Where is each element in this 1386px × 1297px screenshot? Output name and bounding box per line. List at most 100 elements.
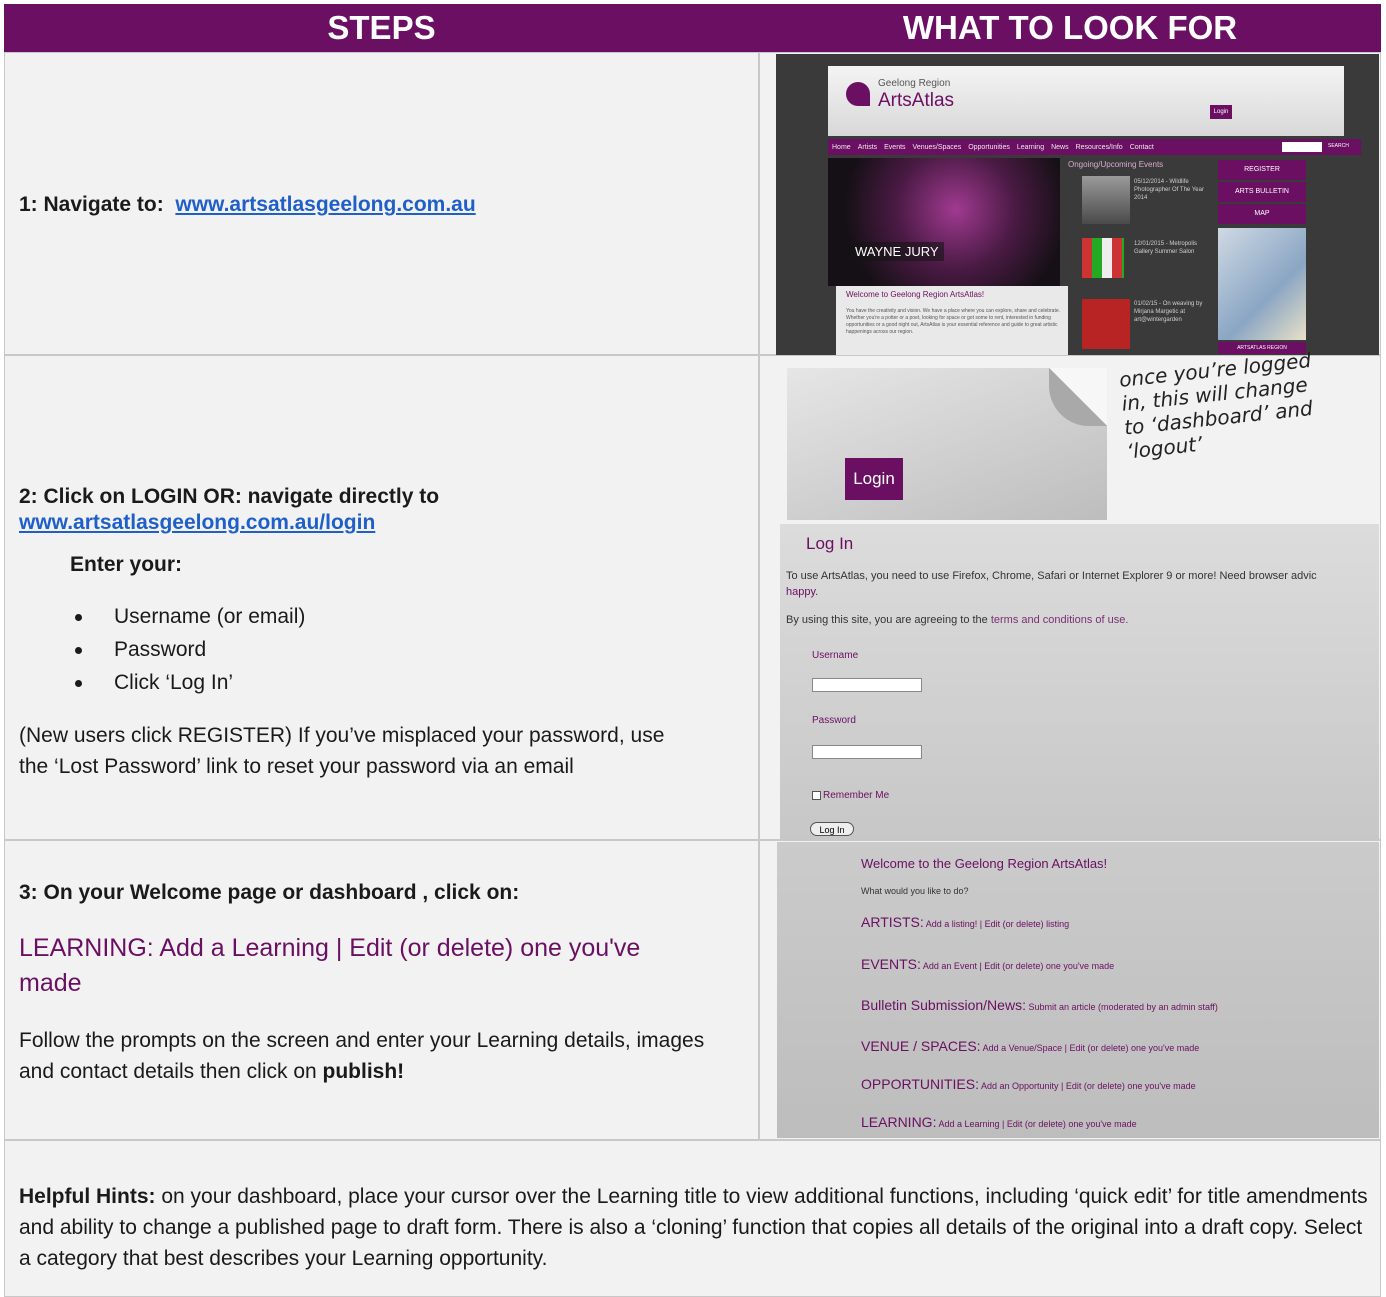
step1-label: 1: Navigate to: xyxy=(19,193,164,216)
dashboard-screenshot: Welcome to the Geelong Region ArtsAtlas!… xyxy=(777,842,1379,1138)
terms-prefix: By using this site, you are agreeing to … xyxy=(786,614,991,626)
row-links[interactable]: Add a Learning | Edit (or delete) one yo… xyxy=(936,1119,1136,1129)
nav-opportunities[interactable]: Opportunities xyxy=(968,144,1010,151)
row-heading: OPPORTUNITIES: xyxy=(861,1076,979,1092)
list-item: Password xyxy=(19,633,719,666)
brand-small: Geelong Region xyxy=(878,78,951,89)
event3-thumb[interactable] xyxy=(1082,299,1130,349)
row-heading: LEARNING: xyxy=(861,1114,937,1130)
search-button[interactable]: SEARCH xyxy=(1328,143,1349,149)
steps-header: STEPS xyxy=(4,4,759,52)
login-button[interactable]: Login xyxy=(1210,105,1232,119)
nav-venues[interactable]: Venues/Spaces xyxy=(913,144,962,151)
hints-cell: Helpful Hints: on your dashboard, place … xyxy=(4,1140,1381,1297)
list-item: Click ‘Log In’ xyxy=(19,666,719,699)
login-button-zoomed[interactable]: Login xyxy=(845,458,903,500)
username-label: Username xyxy=(812,650,859,661)
event2-thumb[interactable] xyxy=(1082,238,1124,278)
nav-resources[interactable]: Resources/Info xyxy=(1076,144,1123,151)
steps-header-label: STEPS xyxy=(327,9,436,46)
row-heading: Bulletin Submission/News: xyxy=(861,997,1026,1013)
nav-contact[interactable]: Contact xyxy=(1130,144,1154,151)
username-input[interactable] xyxy=(812,678,922,692)
hero-artist-name: WAYNE JURY xyxy=(850,242,944,261)
row-links[interactable]: Add an Opportunity | Edit (or delete) on… xyxy=(979,1081,1196,1091)
terms-link[interactable]: terms and conditions of use. xyxy=(991,614,1129,626)
dashboard-row-learning: LEARNING: Add a Learning | Edit (or dele… xyxy=(861,1114,1137,1132)
password-label: Password xyxy=(812,715,856,726)
happy-link[interactable]: happy. xyxy=(786,586,818,598)
step1-text: 1: Navigate to: www.artsatlasgeelong.com… xyxy=(19,193,749,217)
bird-logo-icon xyxy=(846,82,870,106)
hints-text: on your dashboard, place your cursor ove… xyxy=(19,1185,1368,1270)
step2-text: 2: Click on LOGIN OR: navigate directly … xyxy=(19,484,739,536)
event1-thumb[interactable] xyxy=(1082,176,1130,224)
event1-text[interactable]: 05/12/2014 - Wildlife Photographer Of Th… xyxy=(1134,178,1212,202)
dashboard-title: Welcome to the Geelong Region ArtsAtlas! xyxy=(861,856,1108,871)
map-button[interactable]: MAP xyxy=(1218,204,1306,224)
bullet-icon xyxy=(75,614,82,621)
step3-cell: 3: On your Welcome page or dashboard , c… xyxy=(4,840,759,1140)
welcome-title: Welcome to Geelong Region ArtsAtlas! xyxy=(846,290,985,299)
step2-label: 2: Click on LOGIN OR: navigate directly … xyxy=(19,485,440,508)
page-curl-icon xyxy=(1049,368,1107,426)
login-title: Log In xyxy=(806,534,854,553)
dashboard-row-opportunities: OPPORTUNITIES: Add an Opportunity | Edit… xyxy=(861,1076,1196,1094)
homepage-screenshot: Geelong Region ArtsAtlas Login Home Arti… xyxy=(776,54,1379,355)
row-links[interactable]: Add an Event | Edit (or delete) one you'… xyxy=(921,961,1114,971)
remember-me-checkbox[interactable] xyxy=(812,791,821,800)
row-links[interactable]: Add a listing! | Edit (or delete) listin… xyxy=(924,919,1069,929)
site-nav: Home Artists Events Venues/Spaces Opport… xyxy=(828,139,1361,155)
event3-text[interactable]: 01/02/15 - On weaving by Mirjana Margeti… xyxy=(1134,300,1214,324)
dashboard-row-events: EVENTS: Add an Event | Edit (or delete) … xyxy=(861,956,1114,974)
row-heading: VENUE / SPACES: xyxy=(861,1038,981,1054)
login-steps-list: Username (or email) Password Click ‘Log … xyxy=(19,600,719,699)
helpful-hints: Helpful Hints: on your dashboard, place … xyxy=(19,1181,1369,1274)
login-button-screenshot: Login xyxy=(787,368,1107,520)
list-item: Username (or email) xyxy=(19,600,719,633)
register-button[interactable]: REGISTER xyxy=(1218,160,1306,180)
row-links[interactable]: Add a Venue/Space | Edit (or delete) one… xyxy=(981,1043,1200,1053)
step1-cell: 1: Navigate to: www.artsatlasgeelong.com… xyxy=(4,52,759,355)
hero-photo xyxy=(828,158,1060,286)
learning-instruction: LEARNING: Add a Learning | Edit (or dele… xyxy=(19,934,641,997)
welcome-text: You have the creativity and vision. We h… xyxy=(846,308,1061,335)
bullet-icon xyxy=(75,680,82,687)
step2-cell: 2: Click on LOGIN OR: navigate directly … xyxy=(4,355,759,840)
dashboard-row-venues: VENUE / SPACES: Add a Venue/Space | Edit… xyxy=(861,1038,1199,1056)
look-header-label: WHAT TO LOOK FOR xyxy=(902,9,1238,46)
nav-events[interactable]: Events xyxy=(884,144,905,151)
step2-url-link[interactable]: www.artsatlasgeelong.com.au/login xyxy=(19,511,375,534)
password-input[interactable] xyxy=(812,745,922,759)
row-heading: ARTISTS: xyxy=(861,914,924,930)
nav-home[interactable]: Home xyxy=(832,144,851,151)
list-item-text: Password xyxy=(114,638,207,661)
step2-note: (New users click REGISTER) If you’ve mis… xyxy=(19,724,665,778)
row-links[interactable]: Submit an article (moderated by an admin… xyxy=(1026,1002,1217,1012)
region-map[interactable] xyxy=(1218,228,1306,340)
log-in-button[interactable]: Log In xyxy=(810,822,854,836)
row-heading: EVENTS: xyxy=(861,956,921,972)
search-input[interactable] xyxy=(1282,142,1322,152)
login-form-screenshot: Log In To use ArtsAtlas, you need to use… xyxy=(780,524,1379,840)
arts-bulletin-button[interactable]: ARTS BULLETIN xyxy=(1218,182,1306,202)
hints-heading: Helpful Hints: xyxy=(19,1185,156,1208)
terms-text: By using this site, you are agreeing to … xyxy=(786,614,1128,626)
publish-word: publish! xyxy=(322,1060,405,1083)
browser-intro: To use ArtsAtlas, you need to use Firefo… xyxy=(786,570,1317,582)
bullet-icon xyxy=(75,647,82,654)
handwritten-note: once you’re logged in, this will change … xyxy=(1118,341,1386,517)
dashboard-row-bulletin: Bulletin Submission/News: Submit an arti… xyxy=(861,997,1218,1015)
step3-follow: Follow the prompts on the screen and ent… xyxy=(19,1025,739,1087)
dashboard-row-artists: ARTISTS: Add a listing! | Edit (or delet… xyxy=(861,914,1069,932)
events-title: Ongoing/Upcoming Events xyxy=(1068,160,1164,169)
nav-learning[interactable]: Learning xyxy=(1017,144,1044,151)
list-item-text: Click ‘Log In’ xyxy=(114,671,234,694)
list-item-text: Username (or email) xyxy=(114,605,306,628)
event2-text[interactable]: 12/01/2015 - Metropolis Gallery Summer S… xyxy=(1134,240,1212,256)
step3-label: 3: On your Welcome page or dashboard , c… xyxy=(19,881,520,904)
nav-news[interactable]: News xyxy=(1051,144,1069,151)
enter-your-label: Enter your: xyxy=(70,553,183,576)
nav-artists[interactable]: Artists xyxy=(858,144,877,151)
step1-url-link[interactable]: www.artsatlasgeelong.com.au xyxy=(175,193,475,216)
